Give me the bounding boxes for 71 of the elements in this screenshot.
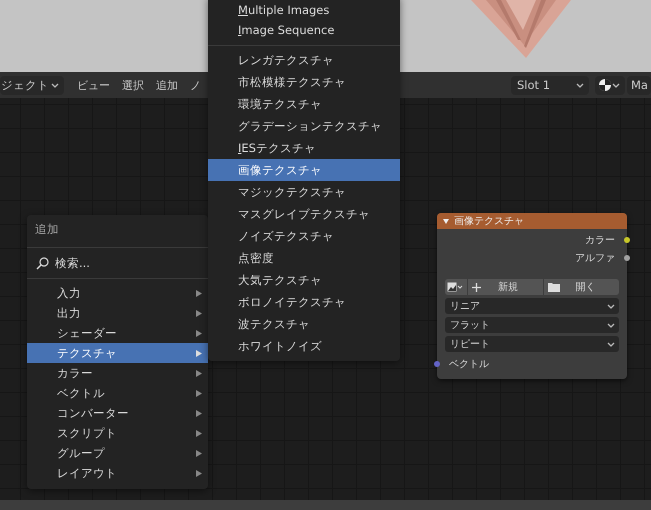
submenu-arrow-icon [196, 290, 202, 296]
submenu-arrow-icon [196, 370, 202, 376]
open-button[interactable]: 開く [544, 279, 619, 295]
submenu-arrow-icon [196, 350, 202, 356]
mode-dropdown[interactable]: ジェクト [0, 76, 64, 94]
menu-item[interactable]: ホワイトノイズ [208, 335, 400, 357]
menu-item[interactable]: グラデーションテクスチャ [208, 115, 400, 137]
socket-label: ベクトル [449, 358, 489, 371]
socket-label: カラー [585, 234, 615, 247]
menu-item[interactable]: スクリプト [27, 423, 208, 443]
sphere-icon [598, 78, 612, 92]
menu-item[interactable]: レイアウト [27, 463, 208, 483]
menu-item[interactable]: 出力 [27, 303, 208, 323]
submenu-arrow-icon [196, 410, 202, 416]
collapse-arrow-icon [443, 218, 449, 224]
menu-item[interactable]: 市松模様テクスチャ [208, 71, 400, 93]
menu-item[interactable]: 追加 [150, 78, 184, 92]
submenu-arrow-icon [196, 310, 202, 316]
material-field[interactable]: Ma [627, 76, 651, 94]
socket-label: アルファ [575, 252, 615, 265]
menu-title: 追加 [35, 222, 59, 236]
menu-item[interactable]: ベクトル [27, 383, 208, 403]
submenu-arrow-icon [196, 470, 202, 476]
chevron-icon [607, 322, 615, 328]
image-icon [447, 282, 464, 292]
menu-item[interactable]: 入力 [27, 283, 208, 303]
menu-item[interactable]: ノ [184, 78, 207, 92]
menu-item[interactable]: 選択 [116, 78, 150, 92]
menu-item[interactable]: 環境テクスチャ [208, 93, 400, 115]
chevron-icon [607, 342, 615, 346]
menu-item[interactable]: 画像テクスチャ [208, 159, 400, 181]
search-icon [36, 256, 49, 270]
menu-item[interactable]: Multiple Images [208, 0, 400, 20]
menu-item[interactable]: テクスチャ [27, 343, 208, 363]
plus-icon [472, 282, 481, 292]
shading-dropdown[interactable] [595, 76, 625, 94]
chevron-icon [612, 82, 620, 88]
menu-item[interactable]: 点密度 [208, 247, 400, 269]
menu-item[interactable]: シェーダー [27, 323, 208, 343]
submenu-arrow-icon [196, 390, 202, 396]
menu-item[interactable]: ボロノイテクスチャ [208, 291, 400, 313]
chevron-icon [576, 82, 584, 88]
node-dropdown[interactable]: リニア [445, 298, 619, 314]
menu-item[interactable]: 大気テクスチャ [208, 269, 400, 291]
chevron-icon [51, 82, 59, 88]
menu-item[interactable]: ビュー [71, 78, 116, 92]
search-field[interactable]: 検索... [27, 252, 208, 274]
folder-icon [548, 282, 560, 292]
menu-item[interactable]: グループ [27, 443, 208, 463]
menu-item[interactable]: Image Sequence [208, 20, 400, 40]
menu-item[interactable]: マジックテクスチャ [208, 181, 400, 203]
menu-item[interactable]: レンガテクスチャ [208, 49, 400, 71]
menu-item[interactable]: マスグレイブテクスチャ [208, 203, 400, 225]
socket-dot[interactable] [624, 255, 630, 261]
node-dropdown[interactable]: フラット [445, 317, 619, 333]
image-browse-button[interactable] [445, 279, 467, 295]
menu-item[interactable]: コンバーター [27, 403, 208, 423]
image-texture-node[interactable]: 画像テクスチャ カラー アルファ 新規 開く リニア フラット リピート ベクトル [437, 213, 627, 379]
slot-dropdown[interactable]: Slot 1 [511, 76, 589, 94]
menu-item[interactable]: カラー [27, 363, 208, 383]
submenu-arrow-icon [196, 330, 202, 336]
chevron-icon [607, 304, 615, 308]
menu-item[interactable]: IESテクスチャ [208, 137, 400, 159]
socket-dot[interactable] [624, 237, 630, 243]
node-dropdown[interactable]: リピート [445, 336, 619, 352]
submenu-arrow-icon [196, 450, 202, 456]
new-button[interactable]: 新規 [468, 279, 543, 295]
menu-item[interactable]: 波テクスチャ [208, 313, 400, 335]
node-title: 画像テクスチャ [454, 215, 524, 228]
submenu-arrow-icon [196, 430, 202, 436]
menu-item[interactable]: ノイズテクスチャ [208, 225, 400, 247]
